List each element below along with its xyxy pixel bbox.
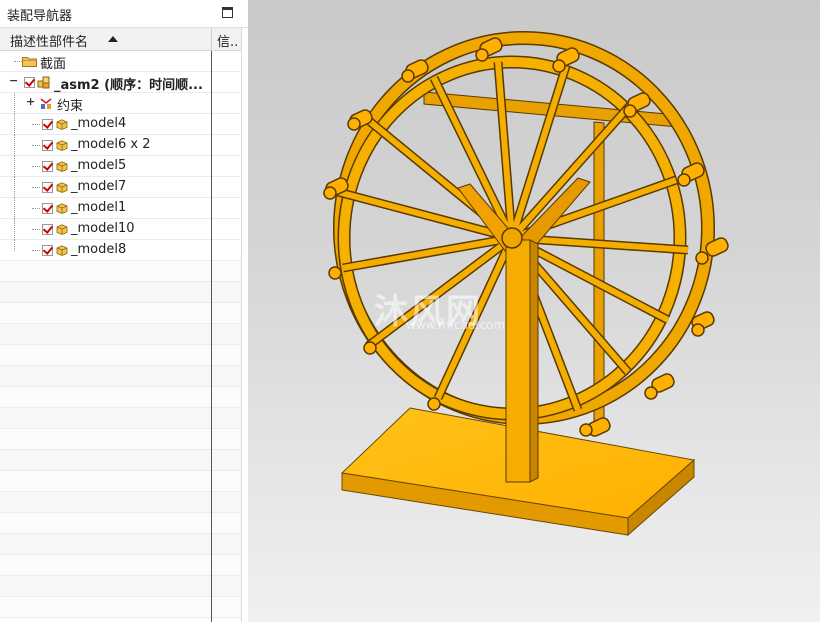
empty-row	[0, 261, 241, 282]
tree-connector	[32, 145, 40, 146]
tree-label: _model8	[71, 242, 127, 257]
graphics-viewport[interactable]: 沐风网 www.mfcad.com	[248, 0, 820, 622]
empty-row	[0, 387, 241, 408]
tree-label: _asm2 (顺序：时间顺...	[54, 78, 203, 93]
empty-row	[0, 429, 241, 450]
tree-connector	[14, 177, 15, 198]
part-icon	[56, 245, 68, 256]
empty-row	[0, 492, 241, 513]
tree-row-model7[interactable]: _model7	[0, 177, 241, 198]
checkbox-icon[interactable]	[42, 119, 53, 130]
panel-edge	[241, 28, 242, 622]
navigator-title: 装配导航器	[7, 9, 73, 24]
tree-connector	[14, 135, 15, 156]
tree-label: _model10	[71, 221, 135, 236]
empty-row	[0, 324, 241, 345]
checkbox-icon[interactable]	[42, 245, 53, 256]
tree-connector	[32, 208, 40, 209]
tree-label: _model6 x 2	[71, 137, 151, 152]
empty-row	[0, 450, 241, 471]
empty-row	[0, 513, 241, 534]
tree-connector	[32, 187, 40, 188]
empty-row	[0, 408, 241, 429]
assembly-icon	[37, 76, 50, 89]
checkbox-icon[interactable]	[42, 161, 53, 172]
assembly-navigator: 装配导航器 描述性部件名 信.. 截面 − _asm2 (顺序：时间顺... +…	[0, 0, 248, 622]
column-header-info-label: 信..	[217, 35, 239, 50]
tree-row-sections[interactable]: 截面	[0, 51, 241, 72]
wheel-hub	[501, 227, 523, 249]
checkbox-icon[interactable]	[42, 182, 53, 193]
checkbox-icon[interactable]	[42, 203, 53, 214]
tree-connector	[32, 250, 40, 251]
checkbox-icon[interactable]	[42, 140, 53, 151]
tree-connector	[32, 166, 40, 167]
tree-connector	[14, 156, 15, 177]
tree-connector	[32, 229, 40, 230]
tree-label: _model1	[71, 200, 127, 215]
part-icon	[56, 161, 68, 172]
empty-row	[0, 303, 241, 324]
tree-label: _model5	[71, 158, 127, 173]
navigator-titlebar: 装配导航器	[0, 0, 248, 28]
tree-label: 约束	[57, 99, 84, 114]
column-header-name-label: 描述性部件名	[10, 35, 89, 50]
ferris-wheel-model	[323, 31, 729, 537]
tree-row-asm2[interactable]: − _asm2 (顺序：时间顺...	[0, 72, 241, 93]
empty-row	[0, 282, 241, 303]
checkbox-icon[interactable]	[42, 224, 53, 235]
empty-row	[0, 366, 241, 387]
tree-row-model4[interactable]: _model4	[0, 114, 241, 135]
column-header: 描述性部件名 信..	[0, 28, 241, 51]
part-icon	[56, 140, 68, 151]
tree-row-constraints[interactable]: + 约束	[0, 93, 241, 114]
column-header-info[interactable]: 信..	[212, 28, 241, 50]
tree-row-model1[interactable]: _model1	[0, 198, 241, 219]
part-icon	[56, 203, 68, 214]
part-icon	[56, 119, 68, 130]
collapse-icon[interactable]: −	[9, 75, 18, 86]
expand-icon[interactable]: +	[26, 96, 35, 107]
part-icon	[56, 182, 68, 193]
tree-label: _model7	[71, 179, 127, 194]
empty-row	[0, 576, 241, 597]
empty-row	[0, 555, 241, 576]
part-icon	[56, 224, 68, 235]
checkbox-icon[interactable]	[24, 77, 35, 88]
empty-row	[0, 345, 241, 366]
tree-connector	[14, 61, 22, 62]
empty-row	[0, 597, 241, 618]
tree-connector	[14, 114, 15, 135]
empty-row	[0, 534, 241, 555]
column-divider[interactable]	[211, 51, 212, 622]
folder-icon	[22, 57, 37, 67]
tree-connector	[14, 93, 15, 114]
column-header-name[interactable]: 描述性部件名	[0, 28, 212, 50]
tree-row-model10[interactable]: _model10	[0, 219, 241, 240]
tree-connector	[14, 240, 15, 251]
tree-label: 截面	[40, 57, 67, 72]
empty-row	[0, 471, 241, 492]
tree-row-model8[interactable]: _model8	[0, 240, 241, 261]
tree-connector	[14, 198, 15, 219]
watermark-url: www.mfcad.com	[406, 318, 506, 332]
sort-ascending-icon	[108, 36, 118, 42]
tree-label: _model4	[71, 116, 127, 131]
constraints-icon	[40, 98, 52, 109]
tree-connector	[32, 124, 40, 125]
assembly-tree: 截面 − _asm2 (顺序：时间顺... + 约束 _model4 _mode…	[0, 51, 241, 622]
tree-connector	[14, 219, 15, 240]
maximize-icon[interactable]	[222, 7, 233, 18]
tree-row-model6[interactable]: _model6 x 2	[0, 135, 241, 156]
tree-row-model5[interactable]: _model5	[0, 156, 241, 177]
